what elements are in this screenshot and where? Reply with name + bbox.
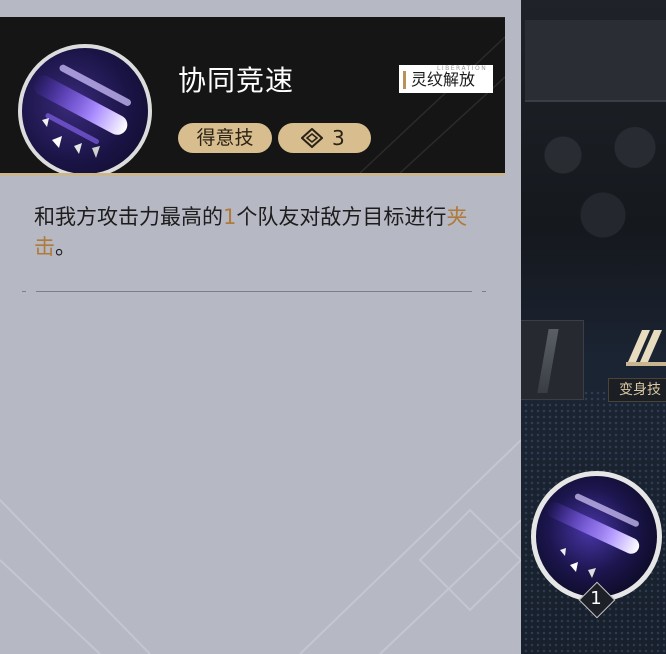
desc-text-3: 。 — [55, 235, 76, 259]
skill-count: 1 — [590, 588, 602, 609]
skill-header: 协同竞速 LIBERATION 灵纹解放 得意技 3 — [0, 17, 505, 176]
hex-pattern — [515, 95, 666, 245]
badge-accent-bar — [403, 71, 406, 89]
desc-highlight-count: 1 — [223, 205, 237, 229]
skill-slot[interactable] — [520, 320, 584, 400]
badge-label: 灵纹解放 — [411, 70, 476, 89]
transform-skill-icon[interactable] — [624, 322, 666, 368]
skill-cost-tag: 3 — [278, 123, 371, 153]
skill-cost-value: 3 — [332, 126, 345, 150]
desc-text-2: 个队友对敌方目标进行 — [236, 205, 447, 229]
background-panel — [525, 20, 666, 102]
screen: 变身技 1 协同竞速 LIBERATION 灵纹解放 得意技 3 和我方攻击力最… — [0, 0, 666, 654]
skill-title: 协同竞速 — [178, 64, 295, 97]
liberation-badge: LIBERATION 灵纹解放 — [399, 65, 493, 93]
desc-text-1: 和我方攻击力最高的 — [34, 205, 223, 229]
skill-icon — [18, 44, 152, 173]
cost-diamond-icon — [301, 128, 323, 148]
skill-description: 和我方攻击力最高的1个队友对敌方目标进行夹击。 — [34, 202, 484, 262]
skill-detail-panel: 协同竞速 LIBERATION 灵纹解放 得意技 3 和我方攻击力最高的1个队友… — [0, 0, 521, 654]
skill-count-badge: 1 — [578, 581, 616, 619]
skill-type-tag: 得意技 — [178, 123, 272, 153]
divider — [22, 291, 486, 292]
transform-skill-label: 变身技 — [608, 378, 666, 402]
slot-stripe — [537, 329, 559, 393]
